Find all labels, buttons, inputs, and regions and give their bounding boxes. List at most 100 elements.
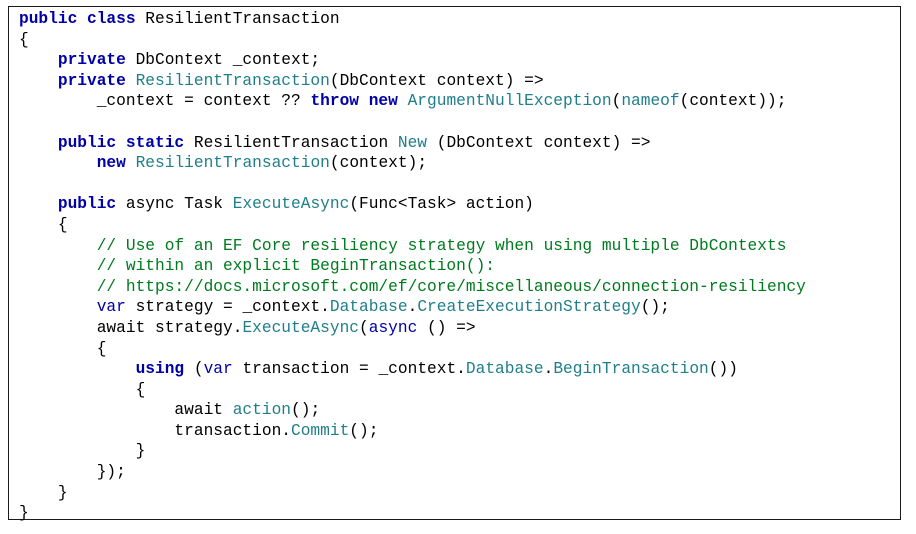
code-token: { — [19, 215, 68, 234]
code-token: }); — [19, 463, 126, 482]
code-token: action — [232, 401, 292, 420]
code-token: ResilientTransaction — [135, 154, 330, 173]
code-token: ArgumentNullException — [407, 92, 612, 111]
code-token: await strategy. — [19, 318, 243, 337]
code-line: new ResilientTransaction(context); — [19, 153, 806, 174]
code-line: transaction.Commit(); — [19, 421, 806, 442]
code-token: (Func<Task> action) — [349, 195, 534, 214]
code-token: // within an explicit BeginTransaction()… — [96, 257, 495, 276]
code-line: // https://docs.microsoft.com/ef/core/mi… — [19, 277, 806, 298]
code-block: public class ResilientTransaction{ priva… — [19, 9, 806, 524]
code-token: { — [19, 30, 29, 49]
code-token: public — [57, 195, 117, 214]
code-token: (); — [349, 421, 379, 440]
code-token: (DbContext context) => — [329, 71, 544, 90]
code-token: transaction. — [19, 421, 291, 440]
code-line: } — [19, 503, 806, 524]
code-token: ResilientTransaction — [184, 133, 398, 152]
code-token: public static — [57, 133, 185, 152]
code-line: } — [19, 483, 806, 504]
code-line: public async Task ExecuteAsync(Func<Task… — [19, 194, 806, 215]
code-token: ()) — [708, 360, 738, 379]
code-token: ExecuteAsync — [232, 195, 350, 214]
code-token: new — [96, 154, 126, 173]
code-token: . — [407, 298, 418, 317]
code-token: ResilientTransaction — [135, 10, 340, 28]
code-token: DbContext _context; — [125, 51, 321, 70]
code-line: { — [19, 339, 806, 360]
code-token: (); — [640, 298, 670, 317]
code-line: } — [19, 441, 806, 462]
code-token: { — [19, 380, 146, 399]
code-token: private — [57, 51, 126, 70]
code-token: . — [543, 360, 554, 379]
code-line: { — [19, 215, 806, 236]
code-token: (); — [291, 401, 321, 420]
code-token: } — [19, 504, 29, 523]
code-line: }); — [19, 462, 806, 483]
code-line: public static ResilientTransaction New (… — [19, 133, 806, 154]
code-token: (context)); — [679, 92, 787, 111]
code-token: ExecuteAsync — [242, 318, 360, 337]
code-token: nameof — [621, 92, 680, 111]
code-line: public class ResilientTransaction — [19, 9, 806, 30]
code-token: // https://docs.microsoft.com/ef/core/mi… — [96, 277, 806, 296]
code-token: public class — [19, 10, 136, 28]
code-token: async Task — [116, 195, 233, 214]
code-line: await action(); — [19, 400, 806, 421]
code-token: transaction = _context. — [232, 360, 466, 379]
code-line: // Use of an EF Core resiliency strategy… — [19, 236, 806, 257]
code-line: { — [19, 30, 806, 51]
code-token: async — [368, 318, 418, 337]
code-token: throw new — [310, 92, 398, 111]
code-line: using (var transaction = _context.Databa… — [19, 359, 806, 380]
code-token: ResilientTransaction — [135, 71, 330, 90]
code-token: await — [19, 401, 233, 420]
code-token: (DbContext context) => — [427, 133, 651, 152]
code-token: // Use of an EF Core resiliency strategy… — [96, 236, 787, 255]
code-token: using — [135, 360, 185, 379]
code-token: strategy = _context. — [125, 298, 330, 317]
code-token: } — [19, 483, 68, 502]
code-token: () => — [417, 318, 476, 337]
code-token: var — [203, 360, 233, 379]
code-token: var — [96, 298, 126, 317]
code-token: CreateExecutionStrategy — [417, 298, 641, 317]
code-token: Database — [465, 360, 544, 379]
code-line: _context = context ?? throw new Argument… — [19, 91, 806, 112]
code-token: ( — [611, 92, 622, 111]
code-token: BeginTransaction — [553, 360, 709, 379]
code-token: New — [397, 133, 428, 152]
code-line: { — [19, 380, 806, 401]
code-token: private — [57, 71, 126, 90]
code-token: _context = context ?? — [19, 92, 311, 111]
code-token: (context); — [329, 154, 428, 173]
code-token: Commit — [291, 421, 350, 440]
code-token: ( — [184, 360, 204, 379]
code-token: ( — [359, 318, 369, 337]
code-snippet-frame: public class ResilientTransaction{ priva… — [8, 6, 901, 522]
code-line: var strategy = _context.Database.CreateE… — [19, 297, 806, 318]
code-line: // within an explicit BeginTransaction()… — [19, 256, 806, 277]
code-token: { — [19, 339, 107, 358]
code-line: private DbContext _context; — [19, 50, 806, 71]
code-token: Database — [329, 298, 408, 317]
code-line: private ResilientTransaction(DbContext c… — [19, 71, 806, 92]
code-line: await strategy.ExecuteAsync(async () => — [19, 318, 806, 339]
code-token: } — [19, 442, 146, 461]
